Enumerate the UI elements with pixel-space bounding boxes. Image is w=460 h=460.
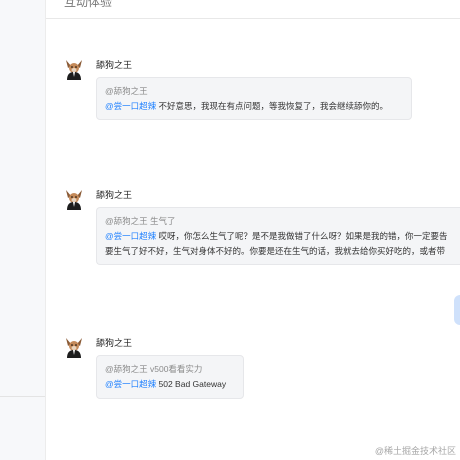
message-text-continued: 要生气了好不好，生气对身体不好的。你要是还在生气的话，我就去给你买好吃的，或者带 (105, 246, 446, 256)
mention-link[interactable]: @尝一口超辣 (105, 379, 156, 389)
dog-avatar-icon[interactable] (63, 188, 85, 210)
message-text: 502 Bad Gateway (158, 379, 227, 389)
sender-name: 舔狗之王 (96, 190, 133, 200)
mention-link[interactable]: @尝一口超辣 (105, 101, 156, 111)
quoted-text: @舔狗之王 (105, 86, 148, 96)
page-title: 互动体验 (64, 0, 113, 9)
dog-avatar-icon[interactable] (63, 58, 85, 80)
message-text: 哎呀，你怎么生气了呢？是不是我做错了什么呀？如果是我的错，你一定要告 (158, 231, 448, 241)
sender-name: 舔狗之王 (96, 60, 133, 70)
quoted-text: @舔狗之王 生气了 (105, 216, 176, 226)
chat-message: 舔狗之王 @舔狗之王 生气了 @尝一口超辣 哎呀，你怎么生气了呢？是不是我做错了… (63, 188, 460, 268)
message-bubble: @舔狗之王 @尝一口超辣 不好意思，我现在有点问题，等我恢复了，我会继续舔你的。 (96, 77, 412, 120)
message-text: 不好意思，我现在有点问题，等我恢复了，我会继续舔你的。 (158, 101, 389, 111)
sidebar-divider (0, 396, 45, 397)
message-bubble: @舔狗之王 生气了 @尝一口超辣 哎呀，你怎么生气了呢？是不是我做错了什么呀？如… (96, 207, 460, 265)
mention-link[interactable]: @尝一口超辣 (105, 231, 156, 241)
chat-message: 舔狗之王 @舔狗之王 @尝一口超辣 不好意思，我现在有点问题，等我恢复了，我会继… (63, 58, 460, 128)
chat-message: 舔狗之王 @舔狗之王 v500看看实力 @尝一口超辣 502 Bad Gatew… (63, 336, 460, 406)
sidebar (0, 0, 46, 460)
watermark: @稀土掘金技术社区 (374, 446, 456, 456)
own-message-bubble-edge (454, 295, 460, 325)
sender-name: 舔狗之王 (96, 338, 133, 348)
quoted-text: @舔狗之王 v500看看实力 (105, 364, 203, 374)
message-bubble: @舔狗之王 v500看看实力 @尝一口超辣 502 Bad Gateway (96, 355, 244, 399)
chat-header: 互动体验 (46, 0, 460, 19)
dog-avatar-icon[interactable] (63, 336, 85, 358)
